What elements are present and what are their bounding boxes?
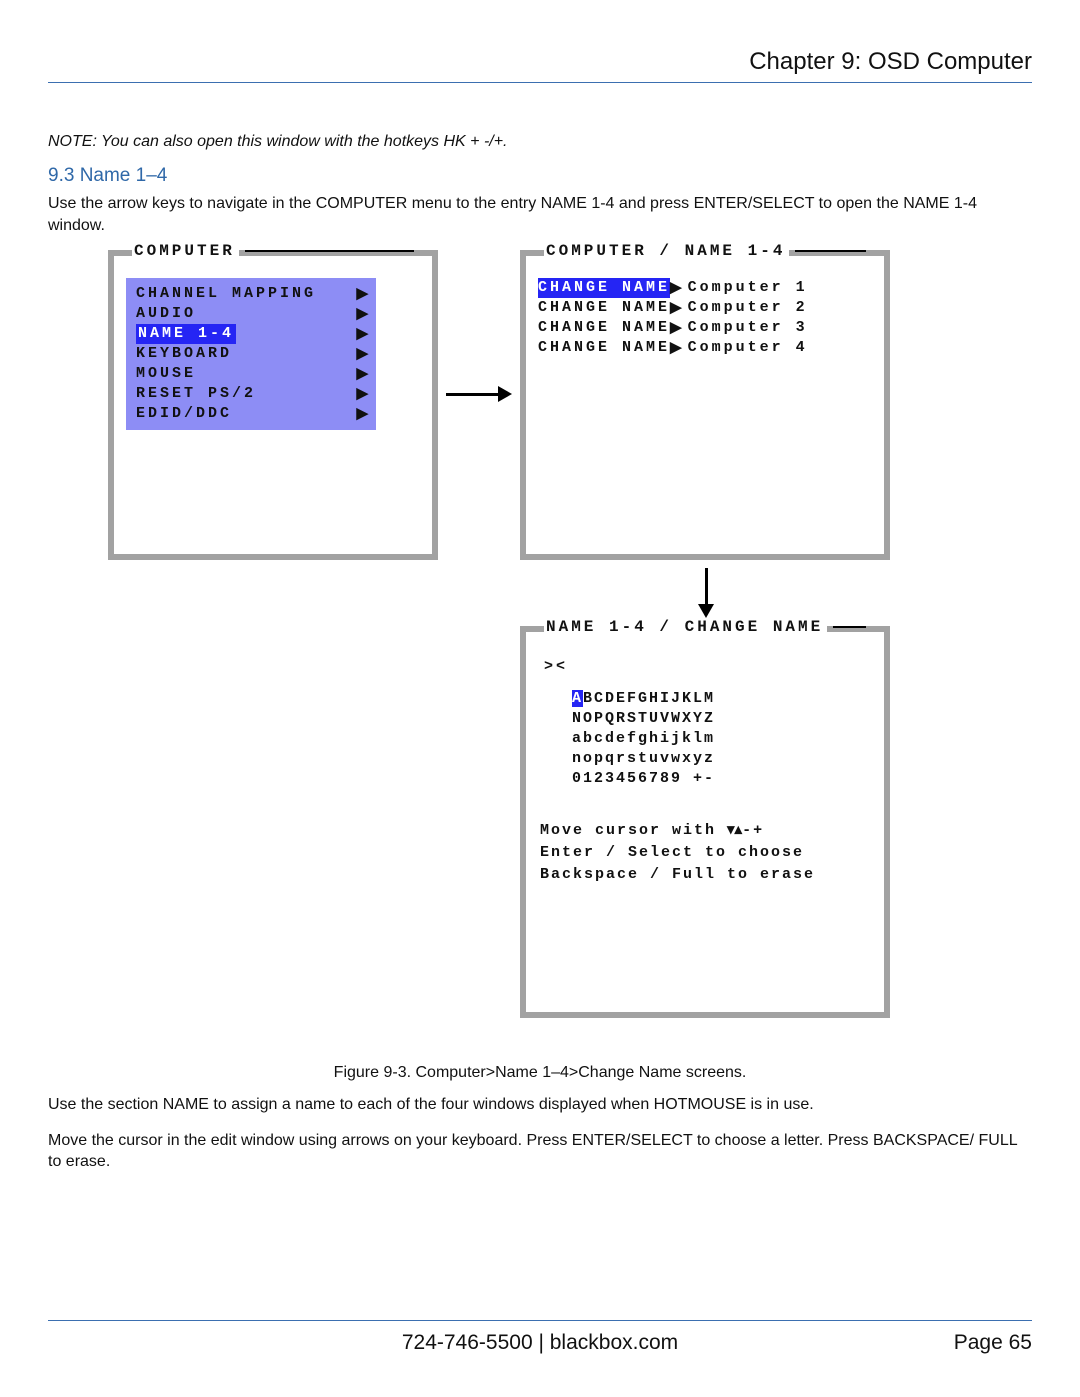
instr-line-1c: -+ xyxy=(742,822,764,839)
instr-line-1a: Move cursor with xyxy=(540,822,727,839)
change-name-row-1[interactable]: CHANGE NAME▶ Computer 1 xyxy=(538,278,876,298)
submenu-arrow-icon: ▶ xyxy=(356,284,368,304)
menu-item-channel-mapping[interactable]: CHANNEL MAPPING ▶ xyxy=(126,284,376,304)
submenu-arrow-icon: ▶ xyxy=(356,344,368,364)
chapter-title: Chapter 9: OSD Computer xyxy=(48,48,1032,76)
menu-item-keyboard[interactable]: KEYBOARD ▶ xyxy=(126,344,376,364)
change-name-row-2[interactable]: CHANGE NAME▶ Computer 2 xyxy=(538,298,876,318)
note-text: NOTE: You can also open this window with… xyxy=(48,133,1032,151)
osd3-title: NAME 1-4 / CHANGE NAME xyxy=(544,618,827,636)
submenu-arrow-icon: ▶ xyxy=(670,318,682,338)
menu-label: AUDIO xyxy=(136,304,196,324)
row-value: Computer 3 xyxy=(688,318,808,338)
osd1-title: COMPUTER xyxy=(132,242,239,260)
instr-line-3: Backspace / Full to erase xyxy=(540,864,876,886)
menu-label: EDID/DDC xyxy=(136,404,232,424)
header-rule xyxy=(48,82,1032,83)
char-row: abcdefghijklm xyxy=(572,729,876,749)
row-value: Computer 2 xyxy=(688,298,808,318)
menu-item-name-1-4[interactable]: NAME 1-4 ▶ xyxy=(126,324,376,344)
character-picker[interactable]: ABCDEFGHIJKLM NOPQRSTUVWXYZ abcdefghijkl… xyxy=(572,689,876,789)
osd-change-name: NAME 1-4 / CHANGE NAME >< ABCDEFGHIJKLM … xyxy=(520,626,890,1018)
row-action: CHANGE NAME xyxy=(538,338,670,358)
menu-item-audio[interactable]: AUDIO ▶ xyxy=(126,304,376,324)
submenu-arrow-icon: ▶ xyxy=(356,364,368,384)
char-selected: A xyxy=(572,690,583,707)
char-row: nopqrstuvwxyz xyxy=(572,749,876,769)
figure-area: COMPUTER CHANNEL MAPPING ▶ AUDIO ▶ NAME … xyxy=(48,250,1032,1060)
instructions: Move cursor with ▾▴-+ Enter / Select to … xyxy=(540,819,876,886)
submenu-arrow-icon: ▶ xyxy=(670,298,682,318)
paragraph-cursor: Move the cursor in the edit window using… xyxy=(48,1130,1032,1173)
row-value: Computer 4 xyxy=(688,338,808,358)
menu-label: NAME 1-4 xyxy=(136,324,236,344)
menu-label: MOUSE xyxy=(136,364,196,384)
row-action: CHANGE NAME xyxy=(538,318,670,338)
submenu-arrow-icon: ▶ xyxy=(356,304,368,324)
char-row: 0123456789 +- xyxy=(572,769,876,789)
change-name-row-4[interactable]: CHANGE NAME▶ Computer 4 xyxy=(538,338,876,358)
char-row: NOPQRSTUVWXYZ xyxy=(572,709,876,729)
row-action: CHANGE NAME xyxy=(538,278,670,298)
page-footer: 724-746-5500 | blackbox.com Page 65 xyxy=(48,1320,1032,1355)
osd-name-list: COMPUTER / NAME 1-4 CHANGE NAME▶ Compute… xyxy=(520,250,890,560)
osd2-title-line xyxy=(795,250,866,252)
osd2-title: COMPUTER / NAME 1-4 xyxy=(544,242,789,260)
figure-caption: Figure 9-3. Computer>Name 1–4>Change Nam… xyxy=(48,1064,1032,1082)
menu-item-edid-ddc[interactable]: EDID/DDC ▶ xyxy=(126,404,376,424)
row-action: CHANGE NAME xyxy=(538,298,670,318)
submenu-arrow-icon: ▶ xyxy=(356,384,368,404)
osd3-title-line xyxy=(833,626,866,628)
page-number: Page 65 xyxy=(954,1331,1032,1355)
arrow-right-icon xyxy=(446,386,512,402)
menu-item-reset-ps2[interactable]: RESET PS/2 ▶ xyxy=(126,384,376,404)
submenu-arrow-icon: ▶ xyxy=(670,338,682,358)
arrow-down-icon xyxy=(698,568,714,618)
menu-item-mouse[interactable]: MOUSE ▶ xyxy=(126,364,376,384)
osd1-title-line xyxy=(245,250,414,252)
footer-rule xyxy=(48,1320,1032,1321)
name-entry-cursor[interactable]: >< xyxy=(544,658,876,675)
submenu-arrow-icon: ▶ xyxy=(356,324,368,344)
change-name-row-3[interactable]: CHANGE NAME▶ Computer 3 xyxy=(538,318,876,338)
row-value: Computer 1 xyxy=(688,278,808,298)
footer-contact: 724-746-5500 | blackbox.com xyxy=(48,1331,1032,1355)
section-title: 9.3 Name 1–4 xyxy=(48,165,1032,187)
menu-label: RESET PS/2 xyxy=(136,384,256,404)
char-row: BCDEFGHIJKLM xyxy=(583,690,715,707)
intro-paragraph: Use the arrow keys to navigate in the CO… xyxy=(48,193,1032,236)
submenu-arrow-icon: ▶ xyxy=(670,278,682,298)
arrow-updown-icon: ▾▴ xyxy=(727,821,742,838)
submenu-arrow-icon: ▶ xyxy=(356,404,368,424)
menu-label: CHANNEL MAPPING xyxy=(136,284,316,304)
menu-label: KEYBOARD xyxy=(136,344,232,364)
paragraph-usage: Use the section NAME to assign a name to… xyxy=(48,1094,1032,1116)
instr-line-2: Enter / Select to choose xyxy=(540,842,876,864)
osd-computer-menu: COMPUTER CHANNEL MAPPING ▶ AUDIO ▶ NAME … xyxy=(108,250,438,560)
